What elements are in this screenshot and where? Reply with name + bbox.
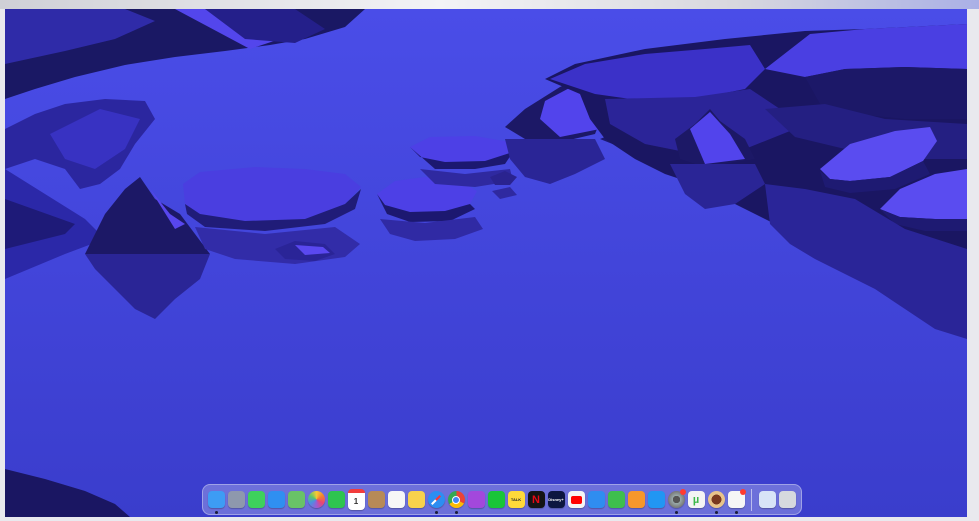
running-indicator <box>674 511 678 514</box>
dock-item-utorrent[interactable]: µ <box>686 484 706 515</box>
youtube-icon <box>567 491 585 508</box>
dock-item-notes[interactable] <box>406 484 426 515</box>
calendar-icon: 1 <box>347 489 365 510</box>
dock-item-mail[interactable] <box>266 484 286 515</box>
dock-item-contacts[interactable] <box>366 484 386 515</box>
dock-item-finder[interactable] <box>206 484 226 515</box>
notes-icon <box>407 491 425 508</box>
mail-icon <box>267 491 285 508</box>
facetime-icon <box>327 491 345 508</box>
dock-item-facetime[interactable] <box>326 484 346 515</box>
messages-icon <box>247 491 265 508</box>
running-indicator <box>214 511 218 514</box>
window-top-edge <box>0 0 979 9</box>
dock-item-pages[interactable] <box>626 484 646 515</box>
podcasts-icon <box>467 491 485 508</box>
notification-badge <box>740 489 746 495</box>
dock-item-youtube[interactable] <box>566 484 586 515</box>
desktop-wallpaper <box>5 9 967 517</box>
dock-item-podcasts[interactable] <box>466 484 486 515</box>
disney-plus-icon: Disney+ <box>547 491 565 508</box>
dock-item-noodle[interactable] <box>706 484 726 515</box>
running-indicator <box>434 511 438 514</box>
utorrent-icon: µ <box>687 491 705 508</box>
dock-item-netflix[interactable]: N <box>526 484 546 515</box>
reminders-icon <box>387 491 405 508</box>
netflix-icon: N <box>527 491 545 508</box>
dock-item-color-picker[interactable] <box>726 484 746 515</box>
dock: 1 TALK N Disney+ µ <box>202 484 802 515</box>
dock-separator <box>751 488 752 511</box>
dock-item-safari[interactable] <box>426 484 446 515</box>
dock-item-app-store[interactable] <box>646 484 666 515</box>
finder-icon <box>207 491 225 508</box>
document-stack-icon <box>758 491 776 508</box>
dock-item-keynote[interactable] <box>586 484 606 515</box>
keynote-icon <box>587 491 605 508</box>
pages-icon <box>627 491 645 508</box>
noodle-icon <box>707 491 725 508</box>
safari-icon <box>427 491 445 508</box>
dock-item-kakaotalk[interactable]: TALK <box>506 484 526 515</box>
chrome-icon <box>447 491 465 508</box>
dock-item-reminders[interactable] <box>386 484 406 515</box>
numbers-icon <box>607 491 625 508</box>
running-indicator <box>734 511 738 514</box>
contacts-icon <box>367 491 385 508</box>
app-store-icon <box>647 491 665 508</box>
desktop[interactable]: 1 TALK N Disney+ µ <box>5 9 967 517</box>
dock-item-messages[interactable] <box>246 484 266 515</box>
dock-item-disney-plus[interactable]: Disney+ <box>546 484 566 515</box>
dock-item-calendar[interactable]: 1 <box>346 484 366 515</box>
running-indicator <box>714 511 718 514</box>
running-indicator <box>454 511 458 514</box>
dock-item-document-stack[interactable] <box>757 484 777 515</box>
dock-item-maps[interactable] <box>286 484 306 515</box>
photos-icon <box>307 491 325 508</box>
dock-item-trash[interactable] <box>777 484 797 515</box>
dock-item-system-preferences[interactable] <box>666 484 686 515</box>
dock-item-chrome[interactable] <box>446 484 466 515</box>
dock-item-photos[interactable] <box>306 484 326 515</box>
line-icon <box>487 491 505 508</box>
trash-icon <box>778 491 796 508</box>
kakaotalk-icon: TALK <box>507 491 525 508</box>
dock-item-launchpad[interactable] <box>226 484 246 515</box>
maps-icon <box>287 491 305 508</box>
launchpad-icon <box>227 491 245 508</box>
dock-item-numbers[interactable] <box>606 484 626 515</box>
dock-item-line[interactable] <box>486 484 506 515</box>
